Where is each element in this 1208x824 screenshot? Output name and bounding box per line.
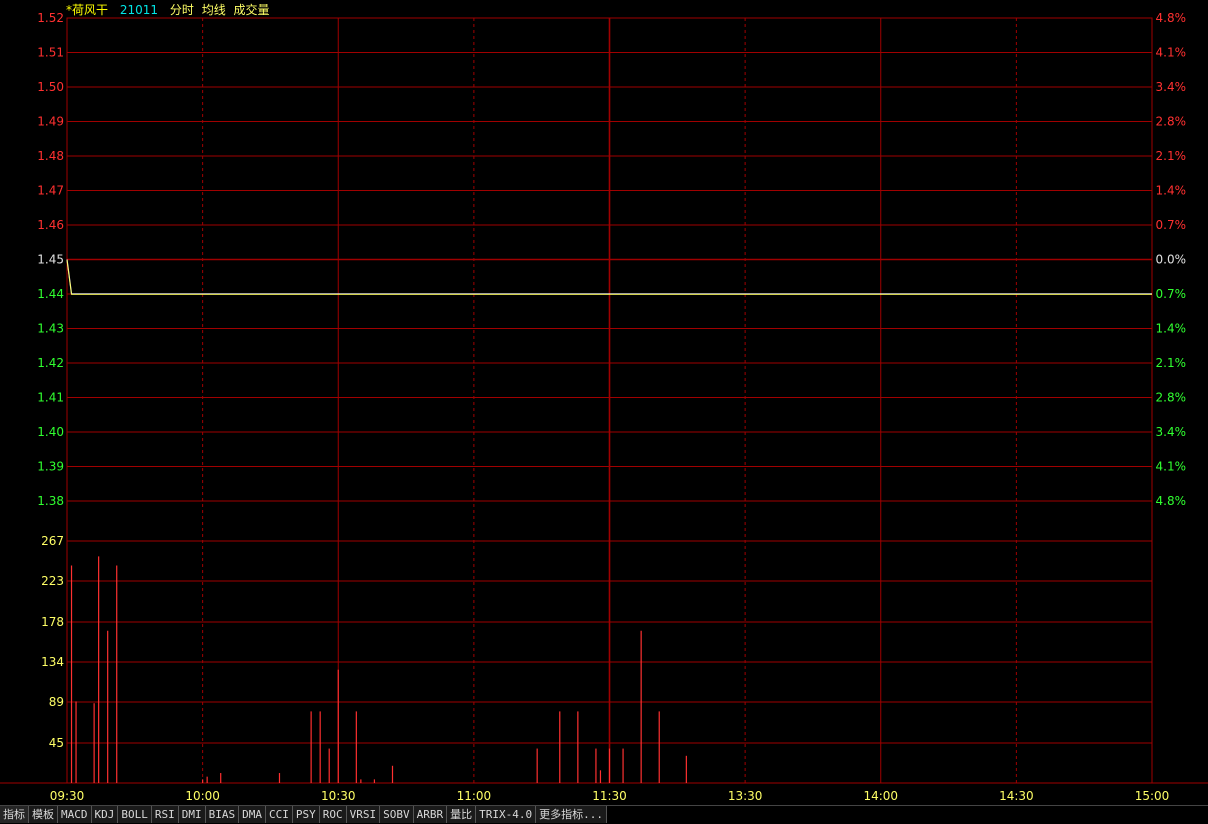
tab-trix[interactable]: TRIX-4.0 [476, 806, 537, 823]
price-axis: 1.52 1.51 1.50 1.49 1.48 1.47 1.46 1.45 1.44 1.43… [37, 11, 64, 508]
price-tick-label: 1.45 [37, 253, 64, 267]
time-tick-label: 10:30 [321, 789, 356, 803]
tab-bar-fill [606, 806, 1208, 824]
tab-template[interactable]: 模板 [29, 806, 58, 823]
legend-avg-line: 均线 [201, 3, 226, 17]
percent-tick-label: 4.1% [1156, 46, 1187, 60]
tab-indicators[interactable]: 指标 [0, 806, 29, 823]
tab-roc[interactable]: ROC [319, 806, 347, 823]
percent-tick-label: 4.8% [1156, 11, 1187, 25]
time-tick-label: 11:30 [592, 789, 627, 803]
time-tick-label: 09:30 [50, 789, 85, 803]
time-tick-label: 13:30 [728, 789, 763, 803]
percent-tick-label: 4.8% [1156, 494, 1187, 508]
tab-arbr[interactable]: ARBR [413, 806, 448, 823]
percent-tick-label: 2.8% [1156, 391, 1187, 405]
price-tick-label: 1.52 [37, 11, 64, 25]
percent-tick-label: 1.4% [1156, 184, 1187, 198]
tab-more-indicators[interactable]: 更多指标... [536, 806, 607, 823]
time-axis: 09:30 10:00 10:30 11:00 11:30 13:30 14:00 14:30… [50, 789, 1170, 803]
percent-tick-label: 2.1% [1156, 356, 1187, 370]
tab-dmi[interactable]: DMI [178, 806, 206, 823]
price-tick-label: 1.47 [37, 184, 64, 198]
percent-tick-label: 3.4% [1156, 80, 1187, 94]
percent-tick-label: 2.8% [1156, 115, 1187, 129]
percent-tick-label: 4.1% [1156, 460, 1187, 474]
volume-bars [70, 556, 687, 783]
tab-bias[interactable]: BIAS [205, 806, 240, 823]
stock-code: 21011 [119, 3, 159, 17]
indicator-tab-bar: 指标 模板 MACD KDJ BOLL RSI DMI BIAS DMA CCI… [0, 805, 1208, 824]
price-tick-label: 1.44 [37, 287, 64, 301]
volume-axis: 267 223 178 134 89 45 [41, 534, 64, 750]
volume-tick-label: 89 [49, 695, 64, 709]
percent-tick-label: 2.1% [1156, 149, 1187, 163]
price-tick-label: 1.46 [37, 218, 64, 232]
tab-cci[interactable]: CCI [266, 806, 293, 823]
time-tick-label: 15:00 [1135, 789, 1170, 803]
tab-kdj[interactable]: KDJ [91, 806, 119, 823]
percent-tick-label: 3.4% [1156, 425, 1187, 439]
stock-name[interactable]: *荷风干 [66, 3, 108, 17]
intraday-chart[interactable]: 1.52 1.51 1.50 1.49 1.48 1.47 1.46 1.45 1.44 1.43… [0, 0, 1208, 805]
tab-volume-ratio[interactable]: 量比 [447, 806, 477, 823]
price-tick-label: 1.50 [37, 80, 64, 94]
chart-grid [0, 17, 1208, 784]
price-tick-label: 1.38 [37, 494, 64, 508]
tab-boll[interactable]: BOLL [118, 806, 152, 823]
percent-axis: 4.8% 4.1% 3.4% 2.8% 2.1% 1.4% 0.7% 0.0% 0.7% 1.4%… [1156, 11, 1187, 508]
price-tick-label: 1.48 [37, 149, 64, 163]
percent-tick-label: 1.4% [1156, 322, 1187, 336]
time-tick-label: 11:00 [457, 789, 492, 803]
price-tick-label: 1.51 [37, 46, 64, 60]
tab-macd[interactable]: MACD [58, 806, 92, 823]
percent-tick-label: 0.0% [1156, 253, 1187, 267]
percent-tick-label: 0.7% [1156, 287, 1187, 301]
legend-volume: 成交量 [233, 3, 270, 17]
percent-tick-label: 0.7% [1156, 218, 1187, 232]
tab-sobv[interactable]: SOBV [380, 806, 414, 823]
price-tick-label: 1.39 [37, 460, 64, 474]
volume-tick-label: 178 [41, 615, 64, 629]
price-tick-label: 1.40 [37, 425, 64, 439]
chart-header: *荷风干 21011 分时 均线 成交量 [66, 3, 278, 17]
price-tick-label: 1.41 [37, 391, 64, 405]
legend-timeshare: 分时 [169, 3, 194, 17]
volume-tick-label: 45 [49, 736, 64, 750]
volume-tick-label: 134 [41, 655, 64, 669]
tab-vrsi[interactable]: VRSI [346, 806, 381, 823]
tab-psy[interactable]: PSY [292, 806, 320, 823]
volume-tick-label: 223 [41, 574, 64, 588]
time-tick-label: 14:00 [863, 789, 898, 803]
price-tick-label: 1.42 [37, 356, 64, 370]
tab-dma[interactable]: DMA [239, 806, 266, 823]
volume-tick-label: 267 [41, 534, 64, 548]
time-tick-label: 10:00 [185, 789, 220, 803]
price-tick-label: 1.49 [37, 115, 64, 129]
price-tick-label: 1.43 [37, 322, 64, 336]
tab-rsi[interactable]: RSI [151, 806, 179, 823]
time-tick-label: 14:30 [999, 789, 1034, 803]
